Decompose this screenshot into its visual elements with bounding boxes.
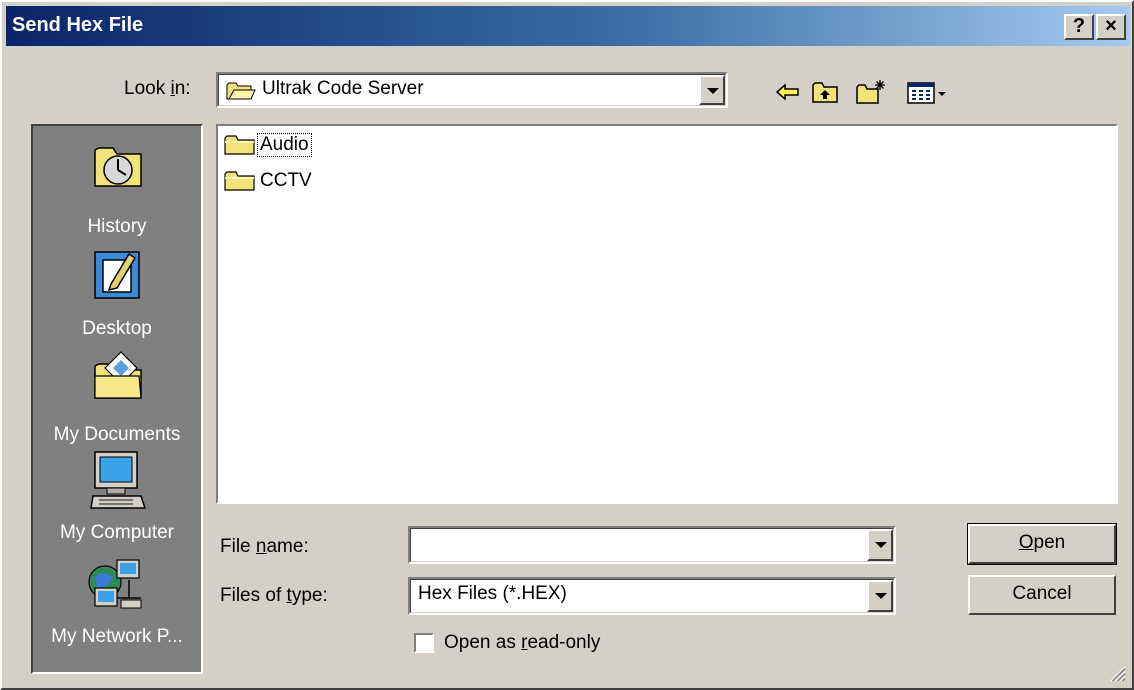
file-list[interactable]: Audio CCTV — [216, 124, 1118, 504]
folder-icon — [224, 135, 255, 155]
places-my-network-label: My Network P... — [51, 626, 183, 647]
back-arrow-icon — [775, 83, 799, 101]
file-name: Audio — [257, 133, 312, 157]
new-folder-icon — [856, 80, 885, 104]
file-name-dropdown-button[interactable] — [867, 529, 893, 561]
help-button[interactable]: ? — [1064, 14, 1094, 40]
places-desktop-label: Desktop — [82, 318, 152, 339]
view-menu-icon — [907, 82, 946, 104]
my-documents-icon — [94, 351, 142, 399]
look-in-label: Look in: — [124, 78, 191, 99]
open-folder-icon — [226, 82, 256, 100]
up-folder-icon — [812, 82, 838, 103]
folder-icon — [224, 171, 255, 191]
resize-grip-icon[interactable] — [1106, 662, 1126, 682]
places-history-label: History — [87, 216, 147, 237]
dialog-title: Send Hex File — [12, 14, 144, 36]
new-folder-button[interactable] — [854, 78, 885, 106]
open-button[interactable]: Open — [967, 523, 1117, 565]
history-icon — [94, 147, 142, 187]
my-network-places-icon — [88, 559, 142, 609]
title-bar[interactable]: Send Hex File ? × — [6, 6, 1130, 46]
send-hex-file-dialog: Send Hex File ? × Look in: Ultrak Code S… — [0, 0, 1134, 690]
list-item[interactable]: CCTV — [224, 170, 312, 194]
file-name-label: File name: — [220, 536, 309, 557]
read-only-checkbox[interactable] — [414, 633, 434, 653]
look-in-value: Ultrak Code Server — [262, 78, 424, 99]
file-type-select[interactable]: Hex Files (*.HEX) — [408, 577, 896, 615]
look-in-select[interactable]: Ultrak Code Server — [216, 72, 728, 108]
my-computer-icon — [90, 451, 147, 509]
places-my-computer-label: My Computer — [59, 522, 175, 543]
close-button[interactable]: × — [1096, 14, 1126, 40]
look-in-dropdown-button[interactable] — [699, 75, 725, 105]
view-menu-button[interactable] — [906, 78, 950, 106]
list-item[interactable]: Audio — [224, 133, 312, 158]
file-type-value: Hex Files (*.HEX) — [418, 583, 567, 604]
up-one-level-button[interactable] — [810, 78, 840, 106]
cancel-button[interactable]: Cancel — [968, 575, 1116, 615]
file-name-input[interactable] — [408, 526, 896, 564]
read-only-label[interactable]: Open as read-only — [444, 632, 600, 654]
file-type-dropdown-button[interactable] — [867, 580, 893, 612]
places-my-documents-label: My Documents — [53, 424, 181, 445]
file-type-label: Files of type: — [220, 585, 328, 606]
back-button[interactable] — [774, 78, 804, 106]
places-bar: History Desktop My Documents My Computer… — [31, 124, 203, 674]
file-name: CCTV — [260, 170, 312, 191]
desktop-icon — [94, 251, 140, 299]
